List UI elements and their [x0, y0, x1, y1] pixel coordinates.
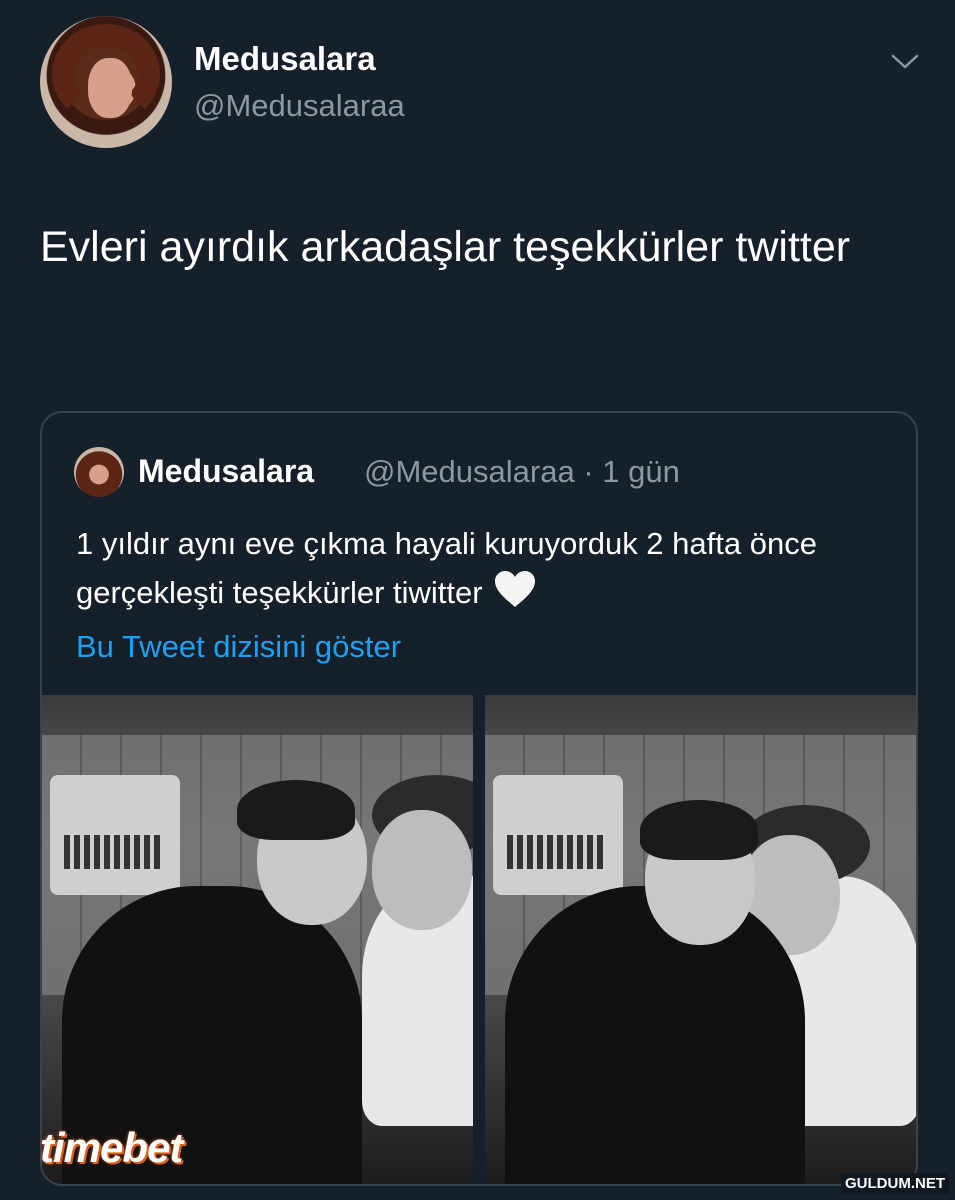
- avatar[interactable]: [40, 16, 172, 148]
- tweet-header: Medusalara @Medusalaraa: [40, 16, 920, 151]
- top-edge: [0, 0, 955, 10]
- man-hair: [640, 800, 758, 860]
- display-name[interactable]: Medusalara: [194, 40, 376, 78]
- woman-head: [372, 810, 472, 930]
- timebet-logo: timebet: [40, 1124, 230, 1184]
- typewriter-shape: [50, 775, 180, 895]
- chevron-down-icon[interactable]: [890, 48, 920, 74]
- typewriter-keys: [507, 835, 607, 869]
- user-handle[interactable]: @Medusalaraa: [194, 88, 405, 124]
- typewriter-keys: [64, 835, 164, 869]
- man-shape: [505, 886, 805, 1184]
- logo-text: timebet: [40, 1124, 183, 1171]
- tweet-text: Evleri ayırdık arkadaşlar teşekkürler tw…: [40, 223, 851, 271]
- quoted-tweet[interactable]: Medusalara @Medusalaraa · 1 gün 1 yıldır…: [40, 411, 918, 1186]
- quoted-avatar: [74, 447, 124, 497]
- quoted-tweet-header: Medusalara @Medusalaraa · 1 gün: [74, 447, 894, 497]
- photo-grid: [42, 695, 916, 1184]
- quoted-tweet-text: 1 yıldır aynı eve çıkma hayali kuruyordu…: [76, 519, 896, 617]
- typewriter-shape: [493, 775, 623, 895]
- site-watermark: GULDUM.NET: [841, 1173, 949, 1194]
- quoted-text-body: 1 yıldır aynı eve çıkma hayali kuruyordu…: [76, 526, 817, 610]
- avatar-face: [88, 58, 132, 118]
- quoted-handle-time: @Medusalaraa · 1 gün: [364, 454, 680, 489]
- quoted-display-name: Medusalara: [138, 453, 315, 489]
- show-thread-link[interactable]: Bu Tweet dizisini göster: [76, 629, 401, 665]
- photo-left[interactable]: [42, 695, 473, 1184]
- white-heart-icon: [494, 571, 535, 607]
- man-hair: [237, 780, 355, 840]
- photo-right[interactable]: [485, 695, 916, 1184]
